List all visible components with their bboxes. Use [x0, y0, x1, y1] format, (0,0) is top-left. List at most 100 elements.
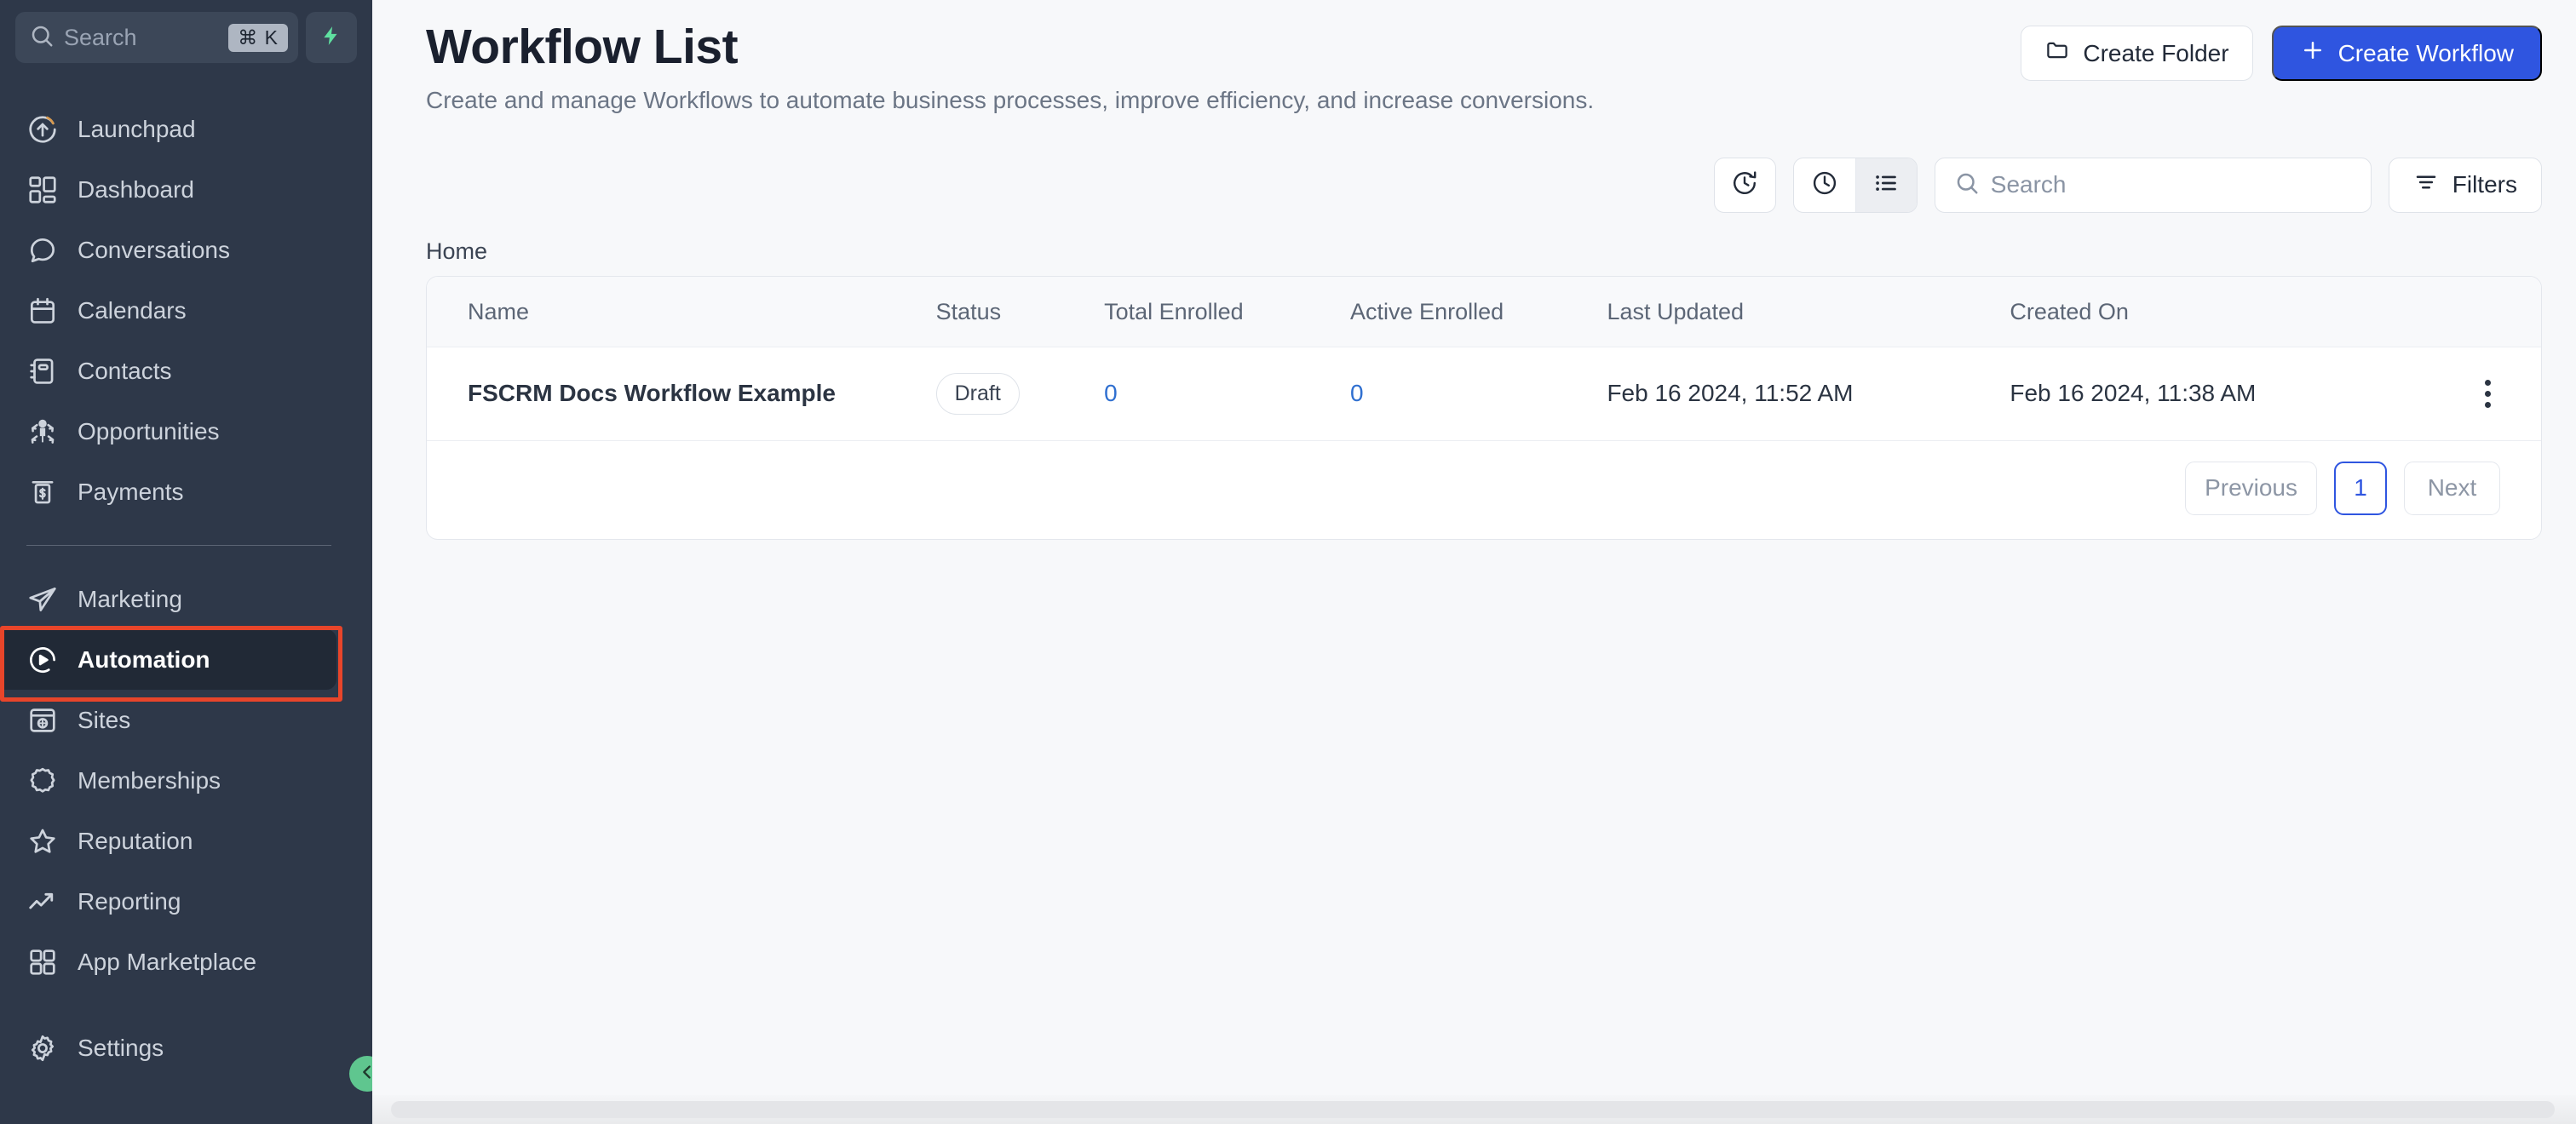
- view-mode-toggle-group: [1792, 157, 1918, 213]
- sidebar-item-dashboard[interactable]: Dashboard: [0, 159, 336, 220]
- sidebar-item-marketing[interactable]: Marketing: [0, 569, 336, 629]
- column-header-name[interactable]: Name: [427, 276, 936, 347]
- sidebar-item-conversations[interactable]: Conversations: [0, 220, 336, 280]
- paper-plane-icon: [26, 583, 59, 616]
- quick-actions-button[interactable]: [306, 12, 357, 63]
- filters-button[interactable]: Filters: [2388, 157, 2542, 213]
- page-subtitle: Create and manage Workflows to automate …: [426, 86, 1595, 113]
- app-root: Search ⌘ K Launchpad Dashboard Conversat…: [0, 0, 2576, 1124]
- dashboard-grid-icon: [26, 174, 59, 206]
- chat-bubble-icon: [26, 234, 59, 267]
- sidebar-item-contacts[interactable]: Contacts: [0, 341, 336, 401]
- table-row[interactable]: FSCRM Docs Workflow Example Draft 0 0 Fe…: [427, 347, 2541, 441]
- total-enrolled-value[interactable]: 0: [1104, 380, 1118, 406]
- cell-workflow-name[interactable]: FSCRM Docs Workflow Example: [427, 347, 936, 441]
- sidebar: Search ⌘ K Launchpad Dashboard Conversat…: [0, 0, 372, 1124]
- status-badge: Draft: [935, 372, 1020, 415]
- sidebar-item-label: Marketing: [78, 585, 182, 612]
- pagination-page-1-button[interactable]: 1: [2334, 461, 2387, 515]
- sidebar-item-label: Automation: [78, 645, 210, 673]
- sidebar-item-label: Reputation: [78, 827, 193, 854]
- workflow-history-button[interactable]: [1713, 157, 1776, 213]
- sidebar-item-settings[interactable]: Settings: [0, 1018, 336, 1078]
- rocket-launchpad-icon: [26, 113, 59, 146]
- view-mode-list-button[interactable]: [1854, 158, 1917, 212]
- horizontal-scrollbar-thumb[interactable]: [391, 1101, 2555, 1118]
- sidebar-item-label: Reporting: [78, 887, 181, 915]
- sidebar-item-memberships[interactable]: Memberships: [0, 750, 336, 811]
- sidebar-search-row: Search ⌘ K: [0, 12, 372, 63]
- kebab-menu-icon[interactable]: [2435, 379, 2541, 408]
- memberships-badge-icon: [26, 765, 59, 797]
- sidebar-item-app-marketplace[interactable]: App Marketplace: [0, 932, 336, 992]
- pagination-previous-button[interactable]: Previous: [2185, 461, 2317, 515]
- sidebar-item-label: Conversations: [78, 236, 230, 263]
- sidebar-item-label: Sites: [78, 706, 131, 733]
- sidebar-item-calendars[interactable]: Calendars: [0, 280, 336, 341]
- search-shortcut-badge: ⌘ K: [228, 23, 288, 52]
- sidebar-item-label: Settings: [78, 1034, 164, 1061]
- sidebar-divider: [26, 545, 331, 546]
- app-grid-icon: [26, 946, 59, 978]
- contacts-book-icon: [26, 355, 59, 387]
- sidebar-item-label: Dashboard: [78, 175, 194, 203]
- folder-icon: [2044, 37, 2070, 69]
- sidebar-item-automation[interactable]: Automation: [0, 626, 342, 702]
- column-header-status[interactable]: Status: [935, 276, 1105, 347]
- sidebar-item-launchpad[interactable]: Launchpad: [0, 99, 336, 159]
- page-header-actions: Create Folder Create Workflow: [2021, 20, 2542, 81]
- sidebar-item-label: Opportunities: [78, 417, 220, 444]
- cell-row-actions: [2435, 347, 2541, 441]
- workflow-table-head: Name Status Total Enrolled Active Enroll…: [427, 276, 2541, 347]
- sidebar-item-reporting[interactable]: Reporting: [0, 871, 336, 932]
- star-icon: [26, 825, 59, 857]
- sidebar-item-label: Contacts: [78, 357, 172, 384]
- search-icon: [29, 23, 55, 53]
- sidebar-item-label: Memberships: [78, 766, 221, 794]
- create-folder-label: Create Folder: [2083, 39, 2229, 66]
- cell-created-on: Feb 16 2024, 11:38 AM: [2010, 347, 2435, 441]
- view-mode-recent-button[interactable]: [1794, 158, 1855, 212]
- trending-up-icon: [26, 886, 59, 918]
- cell-total-enrolled: 0: [1104, 347, 1351, 441]
- active-enrolled-value[interactable]: 0: [1350, 380, 1364, 406]
- horizontal-scrollbar[interactable]: [372, 1095, 2576, 1124]
- create-folder-button[interactable]: Create Folder: [2021, 26, 2253, 81]
- workflow-table-body: FSCRM Docs Workflow Example Draft 0 0 Fe…: [427, 347, 2541, 441]
- sidebar-item-sites[interactable]: Sites: [0, 690, 336, 750]
- clock-rotate-icon: [1730, 169, 1759, 202]
- column-header-created-on[interactable]: Created On: [2010, 276, 2435, 347]
- breadcrumb[interactable]: Home: [372, 238, 2576, 265]
- sidebar-item-reputation[interactable]: Reputation: [0, 811, 336, 871]
- create-workflow-label: Create Workflow: [2337, 39, 2514, 66]
- sidebar-item-label: Calendars: [78, 296, 187, 324]
- main-content: Workflow List Create and manage Workflow…: [372, 0, 2576, 1124]
- sidebar-item-opportunities[interactable]: Opportunities: [0, 401, 336, 462]
- pagination-next-button[interactable]: Next: [2404, 461, 2500, 515]
- global-search-input[interactable]: Search ⌘ K: [15, 12, 298, 63]
- page-header: Workflow List Create and manage Workflow…: [372, 0, 2576, 118]
- pagination: Previous 1 Next: [427, 441, 2541, 539]
- sidebar-item-label: App Marketplace: [78, 948, 257, 975]
- workflow-search-input[interactable]: Search: [1934, 157, 2372, 213]
- cell-last-updated: Feb 16 2024, 11:52 AM: [1607, 347, 2010, 441]
- sidebar-item-payments[interactable]: Payments: [0, 462, 336, 522]
- sites-globe-icon: [26, 704, 59, 737]
- calendar-icon: [26, 295, 59, 327]
- column-header-active-enrolled[interactable]: Active Enrolled: [1350, 276, 1607, 347]
- bolt-icon: [320, 23, 342, 53]
- column-header-total-enrolled[interactable]: Total Enrolled: [1104, 276, 1351, 347]
- create-workflow-button[interactable]: Create Workflow: [2271, 26, 2542, 81]
- sidebar-nav-primary: Launchpad Dashboard Conversations Calend…: [0, 99, 372, 1078]
- filter-lines-icon: [2413, 169, 2439, 201]
- clock-icon: [1810, 169, 1839, 202]
- list-icon: [1872, 169, 1900, 202]
- sidebar-item-label: Launchpad: [78, 115, 196, 142]
- page-header-text: Workflow List Create and manage Workflow…: [426, 20, 2021, 118]
- workflow-table-card: Name Status Total Enrolled Active Enroll…: [426, 275, 2542, 540]
- gear-icon: [26, 1032, 59, 1064]
- column-header-last-updated[interactable]: Last Updated: [1607, 276, 2010, 347]
- cell-active-enrolled: 0: [1350, 347, 1607, 441]
- page-title: Workflow List: [426, 20, 739, 74]
